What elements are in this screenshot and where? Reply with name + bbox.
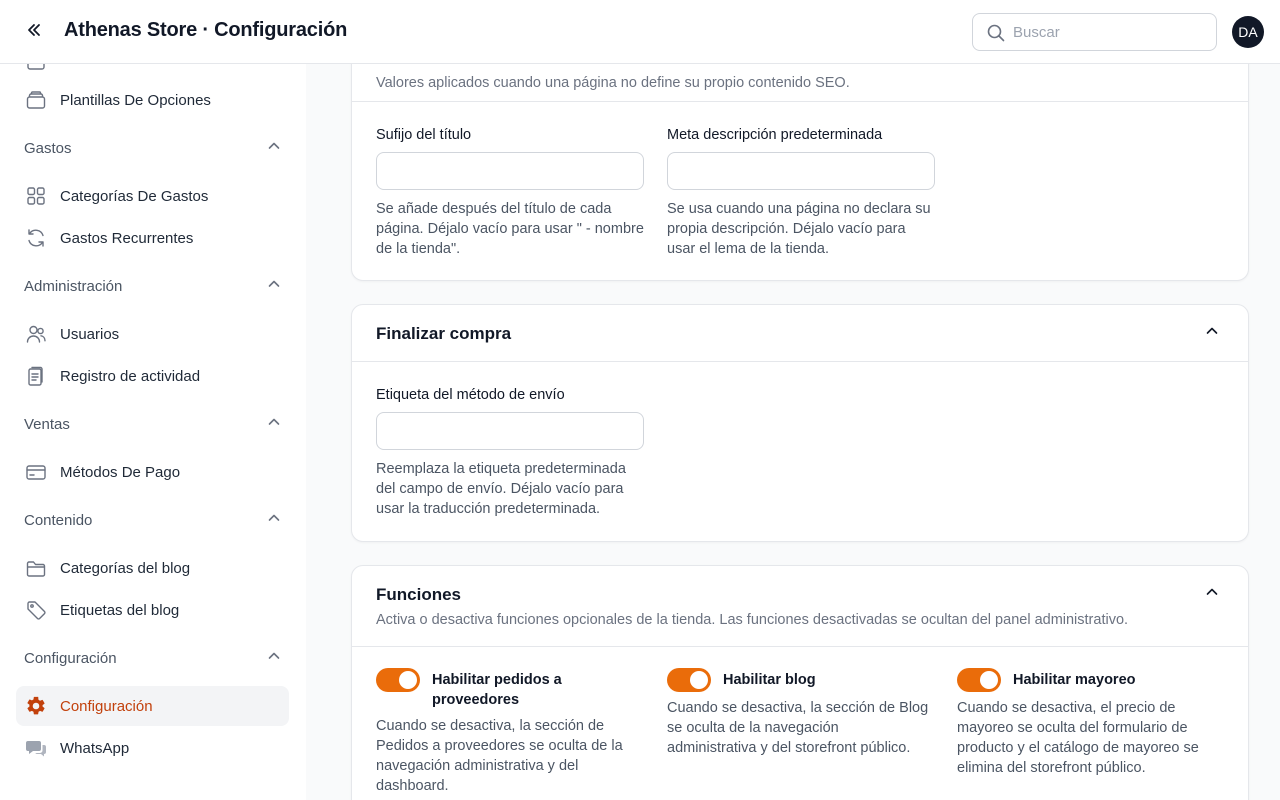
collapse-sidebar-button[interactable] [22, 20, 46, 44]
seo-description: Valores aplicados cuando una página no d… [376, 75, 850, 91]
sidebar-item-metodos-pago[interactable]: Métodos De Pago [16, 452, 289, 492]
avatar[interactable]: DA [1232, 16, 1264, 48]
title-suffix-input[interactable] [376, 152, 644, 190]
features-description: Activa o desactiva funciones opcionales … [376, 612, 1129, 628]
checkout-card: Finalizar compra Etiqueta del método de … [351, 304, 1249, 542]
refresh-icon [24, 226, 48, 250]
blog-toggle-switch[interactable] [667, 668, 711, 692]
sidebar-item-categorias-gastos[interactable]: Categorías De Gastos [16, 176, 289, 216]
stack-icon [24, 88, 48, 112]
users-icon [24, 322, 48, 346]
sidebar-item-label: Plantillas De Opciones [60, 91, 211, 109]
blog-toggle-help: Cuando se desactiva, la sección de Blog … [667, 700, 929, 756]
chat-icon [24, 736, 48, 760]
sidebar-item-configuracion[interactable]: Configuración [16, 686, 289, 726]
collapse-checkout-button[interactable] [1200, 321, 1224, 345]
sidebar-item-label: WhatsApp [60, 739, 130, 757]
title-suffix-help: Se añade después del título de cada pági… [376, 201, 644, 257]
search-icon [986, 23, 1006, 48]
seo-card-header: Valores aplicados cuando una página no d… [352, 64, 1248, 102]
chevron-up-icon [1204, 584, 1220, 605]
seo-card: Valores aplicados cuando una página no d… [351, 64, 1249, 281]
meta-description-label: Meta descripción predeterminada [667, 127, 883, 143]
sidebar-item-gastos-recurrentes[interactable]: Gastos Recurrentes [16, 218, 289, 258]
mayoreo-toggle-label: Habilitar mayoreo [1013, 672, 1136, 688]
chevron-up-icon [266, 510, 282, 531]
box-icon [24, 64, 48, 74]
page-title: Athenas Store · Configuración [64, 19, 348, 41]
mayoreo-toggle-help: Cuando se desactiva, el precio de mayore… [957, 700, 1199, 776]
feature-toggle-blog: Habilitar blog Cuando se desactiva, la s… [667, 668, 929, 758]
features-card: Funciones Activa o desactiva funciones o… [351, 565, 1249, 800]
search-box[interactable] [972, 13, 1217, 51]
sidebar-group-label: Configuración [24, 649, 117, 667]
pedidos-toggle-help: Cuando se desactiva, la sección de Pedid… [376, 718, 623, 794]
mayoreo-toggle-switch[interactable] [957, 668, 1001, 692]
sidebar-item-plantillas[interactable]: Plantillas De Opciones [16, 80, 289, 120]
chevron-up-icon [266, 414, 282, 435]
top-bar: Athenas Store · Configuración DA [0, 0, 1280, 64]
checkout-card-header[interactable]: Finalizar compra [352, 305, 1248, 362]
meta-description-field: Meta descripción predeterminada Se usa c… [667, 127, 935, 259]
checkout-title: Finalizar compra [376, 324, 512, 343]
chevron-up-icon [266, 276, 282, 297]
sidebar-group-label: Administración [24, 277, 123, 295]
grid-icon [24, 184, 48, 208]
sidebar-item-registro-actividad[interactable]: Registro de actividad [16, 356, 289, 396]
tag-icon [24, 598, 48, 622]
features-card-header[interactable]: Funciones Activa o desactiva funciones o… [352, 566, 1248, 647]
chevron-up-icon [266, 138, 282, 159]
sidebar-group-ventas[interactable]: Ventas [24, 412, 282, 436]
sidebar-item-label: Categorías De Gastos [60, 187, 209, 205]
sidebar-group-gastos[interactable]: Gastos [24, 136, 282, 160]
folder-icon [24, 556, 48, 580]
sidebar-item-label: Usuarios [60, 325, 120, 343]
sidebar-item-label: Métodos De Pago [60, 463, 181, 481]
shipping-label-input[interactable] [376, 412, 644, 450]
pedidos-toggle-label: Habilitar pedidos a proveedores [432, 672, 562, 708]
sidebar-item-categorias-blog[interactable]: Categorías del blog [16, 548, 289, 588]
sidebar-item-etiquetas-blog[interactable]: Etiquetas del blog [16, 590, 289, 630]
feature-toggle-pedidos: Habilitar pedidos a proveedores Cuando s… [376, 668, 638, 796]
pedidos-toggle-switch[interactable] [376, 668, 420, 692]
chevron-up-icon [266, 648, 282, 669]
sidebar-group-administracion[interactable]: Administración [24, 274, 282, 298]
sidebar-item-usuarios[interactable]: Usuarios [16, 314, 289, 354]
sidebar-group-label: Gastos [24, 139, 72, 157]
search-input[interactable] [1013, 23, 1203, 41]
blog-toggle-label: Habilitar blog [723, 672, 816, 688]
title-suffix-field: Sufijo del título Se añade después del t… [376, 127, 644, 259]
chevrons-left-icon [25, 21, 43, 44]
sidebar-group-contenido[interactable]: Contenido [24, 508, 282, 532]
features-title: Funciones [376, 585, 462, 604]
sidebar-group-configuracion[interactable]: Configuración [24, 646, 282, 670]
meta-description-help: Se usa cuando una página no declara su p… [667, 201, 931, 257]
sidebar-item-label: Categorías del blog [60, 559, 191, 577]
sidebar-group-label: Contenido [24, 511, 93, 529]
collapse-features-button[interactable] [1200, 582, 1224, 606]
sidebar-item-whatsapp[interactable]: WhatsApp [16, 728, 289, 768]
credit-card-icon [24, 460, 48, 484]
sidebar-group-label: Ventas [24, 415, 70, 433]
meta-description-input[interactable] [667, 152, 935, 190]
main-content: Valores aplicados cuando una página no d… [306, 64, 1280, 800]
gear-icon [24, 694, 48, 718]
sidebar: Plantillas De Opciones Gastos Categorías… [0, 64, 306, 800]
shipping-label-label: Etiqueta del método de envío [376, 387, 565, 403]
shipping-label-help: Reemplaza la etiqueta predeterminada del… [376, 461, 626, 517]
clipboard-icon [24, 364, 48, 388]
sidebar-item-label: Gastos Recurrentes [60, 229, 194, 247]
chevron-up-icon [1204, 323, 1220, 344]
sidebar-item-label: Etiquetas del blog [60, 601, 180, 619]
sidebar-item-label: Configuración [60, 697, 153, 715]
sidebar-item-label: Registro de actividad [60, 367, 201, 385]
feature-toggle-mayoreo: Habilitar mayoreo Cuando se desactiva, e… [957, 668, 1219, 778]
title-suffix-label: Sufijo del título [376, 127, 472, 143]
shipping-label-field: Etiqueta del método de envío Reemplaza l… [376, 387, 644, 519]
